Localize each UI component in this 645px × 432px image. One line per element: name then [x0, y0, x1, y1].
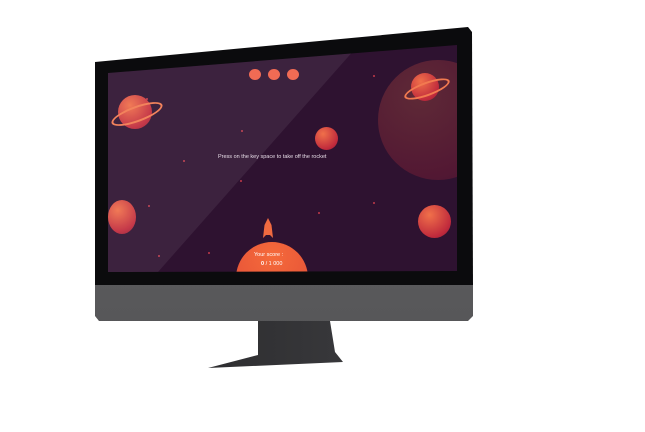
- planet-small: [315, 127, 338, 150]
- star: [208, 252, 210, 254]
- score-display: 0 / 1 000: [261, 261, 282, 267]
- rocket-icon: [263, 218, 273, 238]
- star: [373, 202, 375, 204]
- score-max: / 1 000: [265, 261, 283, 267]
- game-screen[interactable]: Press on the key space to take off the r…: [108, 45, 457, 272]
- score-label: Your score :: [254, 252, 284, 258]
- star: [240, 180, 242, 182]
- planet-right-bottom: [418, 205, 451, 238]
- score-value: 0: [261, 261, 265, 267]
- star: [373, 75, 375, 77]
- star: [318, 212, 320, 214]
